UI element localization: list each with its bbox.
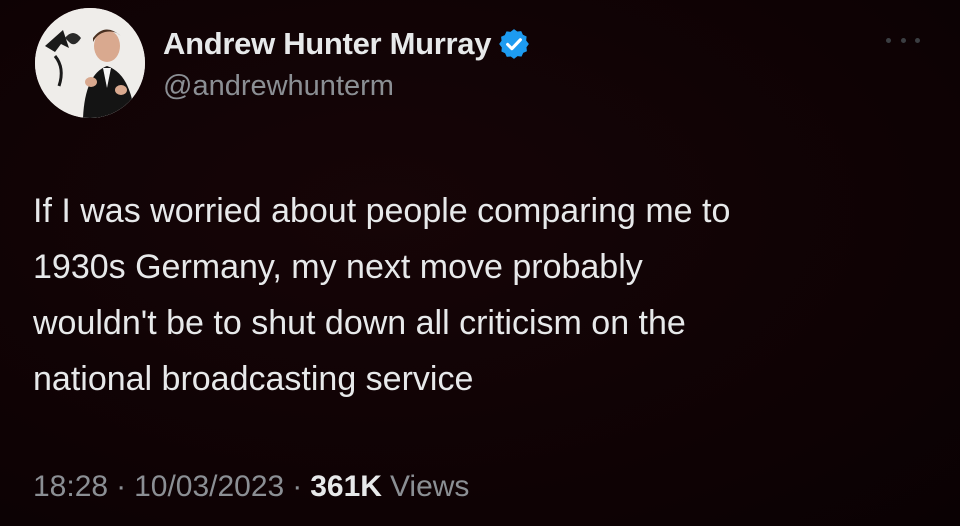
- separator-dot: ·: [292, 470, 303, 503]
- author-display-name[interactable]: Andrew Hunter Murray: [163, 26, 491, 62]
- avatar[interactable]: [35, 8, 145, 118]
- tweet-card: Andrew Hunter Murray @andrewhunterm If I…: [0, 0, 960, 526]
- tweet-metadata: 18:28 · 10/03/2023 · 361K Views: [33, 470, 469, 504]
- views-count[interactable]: 361K: [310, 470, 382, 504]
- tweet-text-line: national broadcasting service: [33, 360, 474, 398]
- author-name-row[interactable]: Andrew Hunter Murray: [163, 24, 531, 64]
- author-handle[interactable]: @andrewhunterm: [163, 70, 394, 103]
- more-dot: [900, 37, 906, 43]
- tweet-time[interactable]: 18:28: [33, 470, 108, 504]
- avatar-photo: [35, 8, 145, 118]
- tweet-date[interactable]: 10/03/2023: [134, 470, 284, 504]
- verified-badge-icon: [497, 27, 531, 61]
- tweet-text-line: If I was worried about people comparing …: [33, 192, 731, 230]
- tweet-text-line: wouldn't be to shut down all criticism o…: [33, 304, 686, 342]
- more-dot: [886, 37, 891, 43]
- tweet-text: If I was worried about people comparing …: [33, 183, 933, 407]
- separator-dot: ·: [116, 470, 127, 503]
- more-options-icon[interactable]: [886, 34, 920, 46]
- tweet-text-line: 1930s Germany, my next move probably: [33, 248, 643, 286]
- views-label: Views: [389, 470, 470, 503]
- more-dot: [915, 37, 920, 43]
